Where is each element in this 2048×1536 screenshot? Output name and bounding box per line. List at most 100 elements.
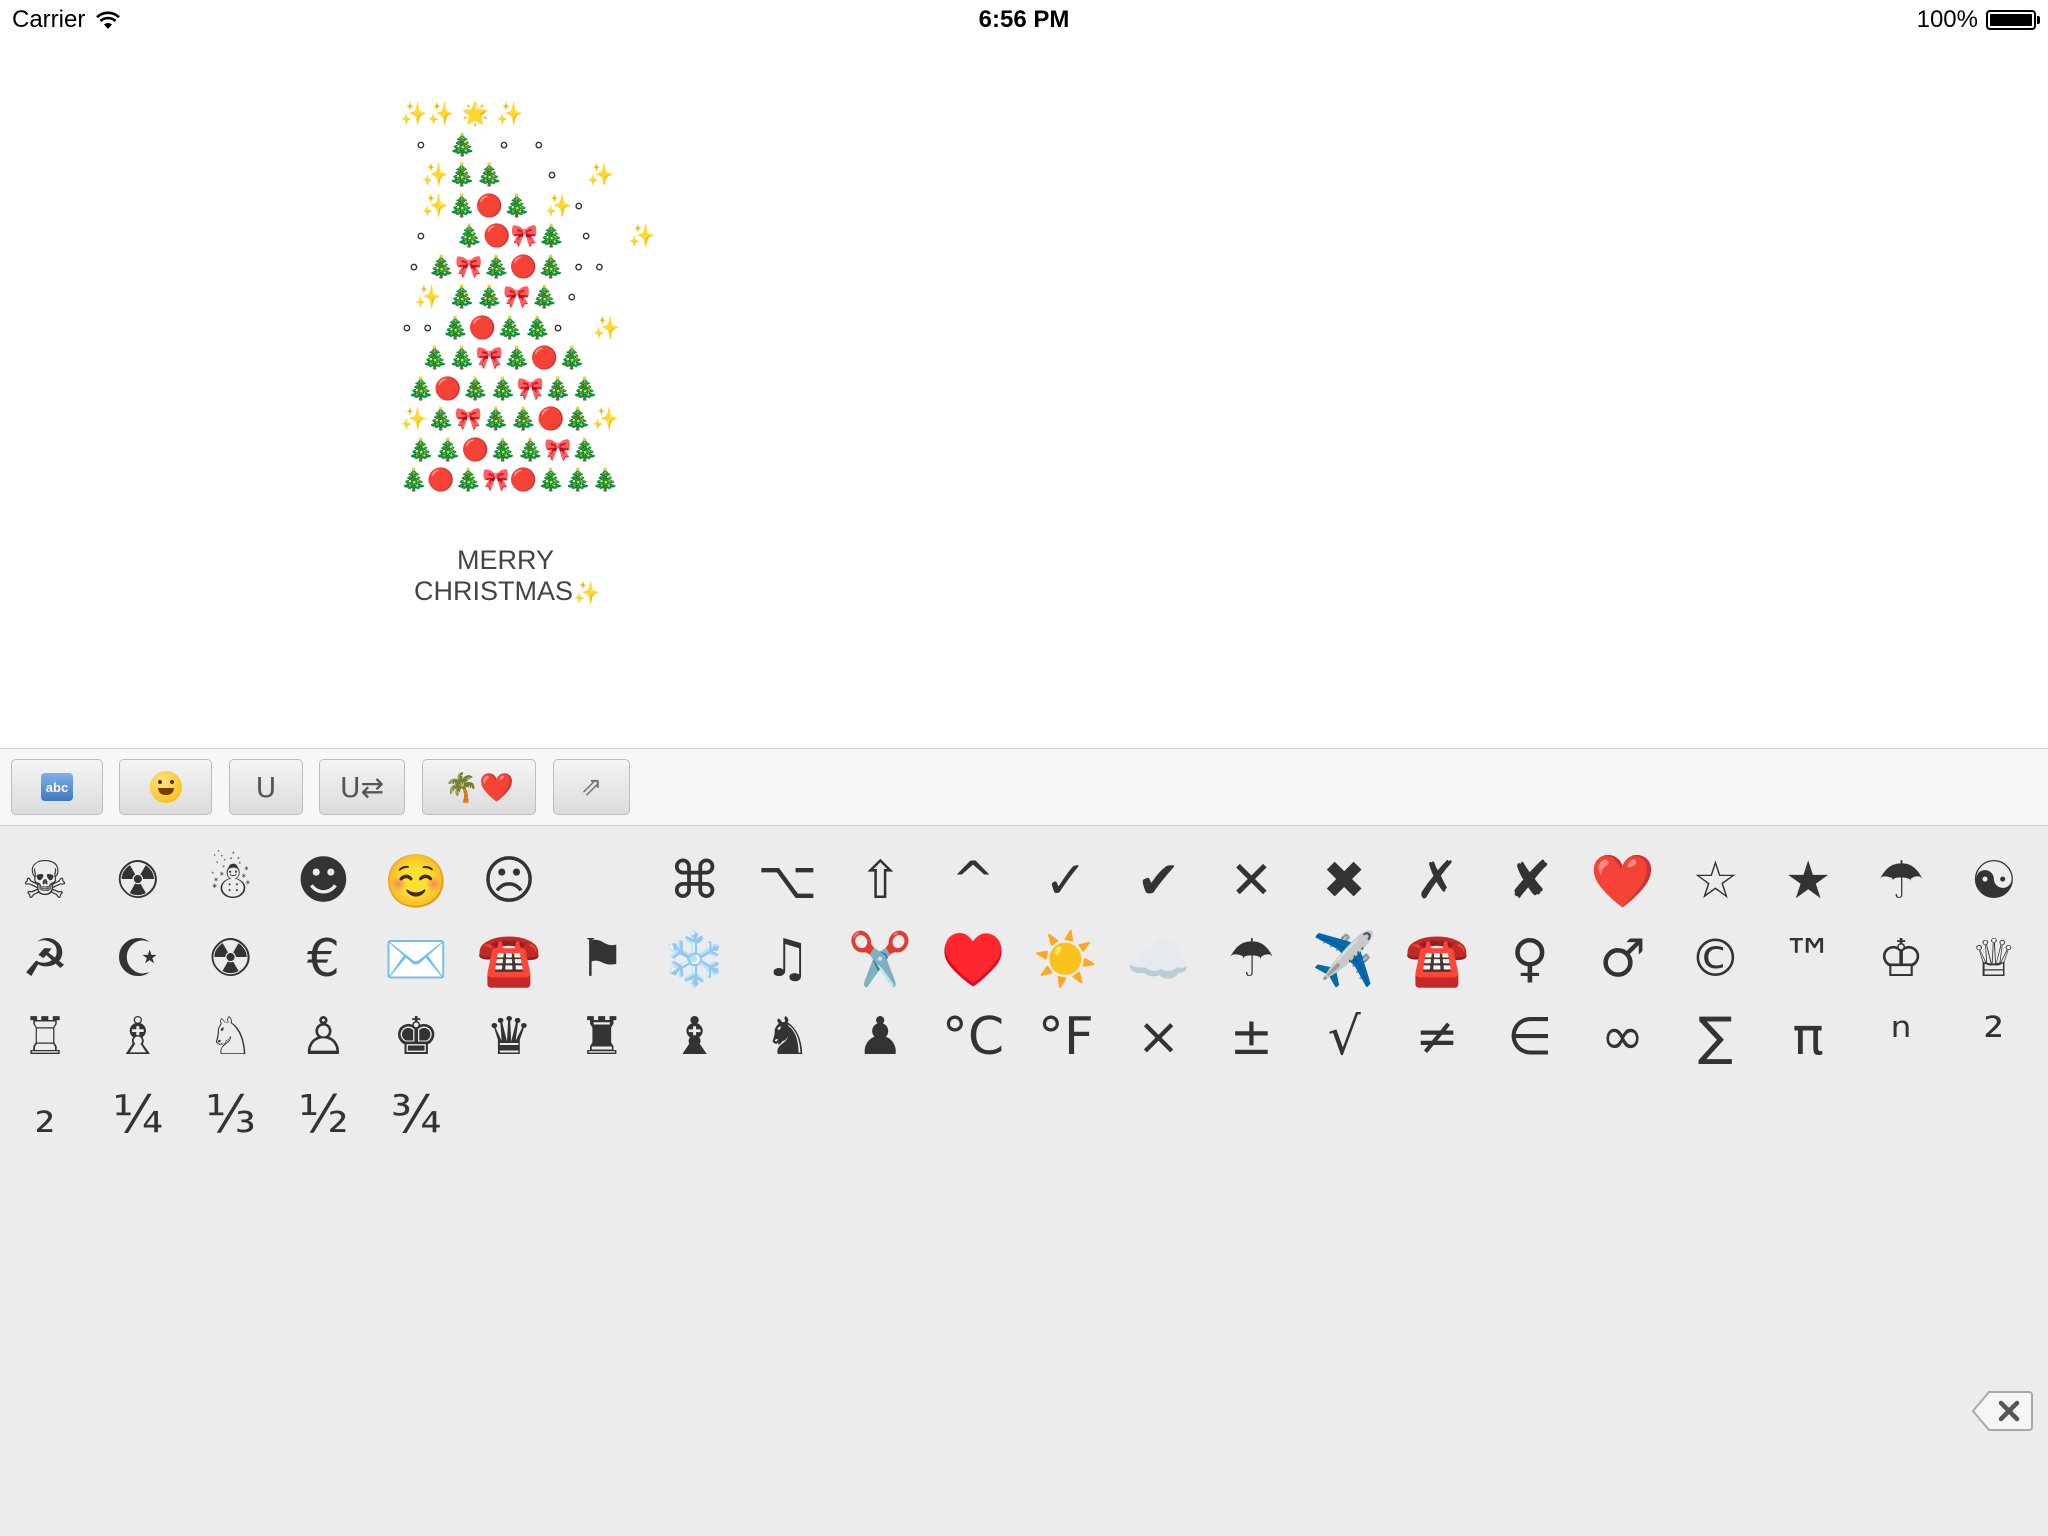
symbol-key[interactable]: ♀ bbox=[1484, 920, 1576, 998]
symbol-key[interactable]: × bbox=[1113, 998, 1205, 1076]
symbol-key[interactable]: ♙ bbox=[277, 998, 369, 1076]
symbol-key[interactable]: ✗ bbox=[1391, 842, 1483, 920]
backspace-icon bbox=[1971, 1391, 2033, 1431]
symbol-key[interactable]: ™ bbox=[1762, 920, 1854, 998]
symbol-key[interactable]: ☢ bbox=[185, 920, 277, 998]
symbol-key[interactable]: ☆ bbox=[1669, 842, 1761, 920]
symbol-key[interactable]: ✘ bbox=[1484, 842, 1576, 920]
symbol-key[interactable]: ⇧ bbox=[834, 842, 926, 920]
symbol-key[interactable]: ¼ bbox=[92, 1076, 184, 1154]
symbol-key[interactable]: ² bbox=[1948, 998, 2040, 1076]
symbol-key[interactable]: ☪ bbox=[92, 920, 184, 998]
unicode-convert-button[interactable]: U⇄ bbox=[319, 759, 405, 815]
symbol-key[interactable]: ⌥ bbox=[741, 842, 833, 920]
status-right: 100% bbox=[1916, 6, 2040, 34]
symbol-key[interactable]: ⌘ bbox=[649, 842, 741, 920]
symbol-key[interactable]: ∞ bbox=[1577, 998, 1669, 1076]
symbol-key[interactable]: ★ bbox=[1762, 842, 1854, 920]
symbol-key[interactable]: ♟ bbox=[834, 998, 926, 1076]
symbol-key[interactable]: ☢ bbox=[92, 842, 184, 920]
tree-line: ✨🎄🔴🎄 ✨∘ bbox=[400, 193, 586, 219]
symbol-key[interactable]: ☃ bbox=[185, 842, 277, 920]
symbol-keyboard: ☠ ☢ ☃ ☻ ☺️ ☹ ⌘ ⌥ ⇧ ^ ✓ ✔ ✕ ✖ ✗ ✘ ❤️ ☆ ★ ☂ ☯ ☭ ☪ ☢ € ✉️ ☎️ ⚑ ❄️ ♫ ✂️ ♥️ ☀… bbox=[0, 826, 2048, 1536]
symbol-key[interactable]: ½ bbox=[277, 1076, 369, 1154]
symbol-key[interactable]: ₂ bbox=[0, 1076, 91, 1154]
tree-line: ∘ ∘ 🎄🔴🎄🎄∘ ✨ bbox=[400, 315, 621, 341]
keyboard-toolbar: abc U U⇄ 🌴❤️ ⇗ bbox=[0, 748, 2048, 826]
symbol-key[interactable]: € bbox=[277, 920, 369, 998]
symbol-key[interactable]: ✉️ bbox=[370, 920, 462, 998]
symbol-key[interactable]: ❤️ bbox=[1577, 842, 1669, 920]
symbol-key[interactable]: ♔ bbox=[1855, 920, 1947, 998]
symbol-key[interactable]: ☠ bbox=[0, 842, 91, 920]
symbol-key[interactable]: ☂ bbox=[1855, 842, 1947, 920]
symbol-key[interactable]: ♞ bbox=[741, 998, 833, 1076]
sparkle-icon: ✨ bbox=[573, 581, 601, 606]
symbol-key[interactable]: ⅓ bbox=[185, 1076, 277, 1154]
smiley-icon bbox=[149, 771, 182, 803]
symbol-key[interactable]: ☹ bbox=[463, 842, 555, 920]
expand-arrow-icon: ⇗ bbox=[580, 772, 603, 802]
battery-percent: 100% bbox=[1916, 6, 1978, 33]
tree-line: 🎄🎄🔴🎄🎄🎀🎄 bbox=[400, 437, 599, 463]
tree-line: 🎄🔴🎄🎀🔴🎄🎄🎄 bbox=[400, 468, 620, 493]
symbol-key[interactable]: ∑ bbox=[1669, 998, 1761, 1076]
favorites-button[interactable]: 🌴❤️ bbox=[422, 759, 536, 815]
symbol-key[interactable]: ☭ bbox=[0, 920, 91, 998]
symbol-key[interactable]: ✕ bbox=[1205, 842, 1297, 920]
symbol-key[interactable]: ☻ bbox=[277, 842, 369, 920]
symbol-key[interactable]: ♖ bbox=[0, 998, 91, 1076]
symbol-key[interactable]: ☀️ bbox=[1020, 920, 1112, 998]
symbol-key[interactable]: √ bbox=[1298, 998, 1390, 1076]
symbol-key[interactable]: ¾ bbox=[370, 1076, 462, 1154]
symbol-key[interactable]: ☎️ bbox=[463, 920, 555, 998]
symbol-key[interactable]: ☎️ bbox=[1391, 920, 1483, 998]
symbol-key[interactable]: ✈️ bbox=[1298, 920, 1390, 998]
symbol-key[interactable]: ⁿ bbox=[1855, 998, 1947, 1076]
symbol-key[interactable]: ☺️ bbox=[370, 842, 462, 920]
symbol-key[interactable]: ∈ bbox=[1484, 998, 1576, 1076]
symbol-key[interactable]: ± bbox=[1205, 998, 1297, 1076]
symbol-key[interactable]: ✂️ bbox=[834, 920, 926, 998]
symbol-key[interactable]: ❄️ bbox=[649, 920, 741, 998]
abc-keyboard-button[interactable]: abc bbox=[11, 759, 103, 815]
symbol-key[interactable]: ✓ bbox=[1020, 842, 1112, 920]
tree-line: ∘ 🎄 ∘ ∘ bbox=[400, 132, 546, 158]
tree-line: ✨✨ 🌟 ✨ bbox=[400, 102, 524, 127]
symbol-key[interactable]: ♜ bbox=[556, 998, 648, 1076]
symbol-key[interactable]: ♕ bbox=[1948, 920, 2040, 998]
symbol-key[interactable]: ♚ bbox=[370, 998, 462, 1076]
symbol-key[interactable]: ^ bbox=[927, 842, 1019, 920]
symbol-key[interactable]: ♂ bbox=[1577, 920, 1669, 998]
symbol-key[interactable] bbox=[556, 842, 648, 920]
tree-line: ∘ 🎄🔴🎀🎄 ∘ ✨ bbox=[400, 224, 656, 249]
symbol-key[interactable]: ✖ bbox=[1298, 842, 1390, 920]
symbol-key[interactable]: ♗ bbox=[92, 998, 184, 1076]
emoji-keyboard-button[interactable] bbox=[119, 759, 212, 815]
greeting-line2: CHRISTMAS✨ bbox=[414, 576, 600, 609]
greeting-text: MERRY CHRISTMAS✨ bbox=[414, 545, 600, 609]
symbol-key[interactable]: © bbox=[1669, 920, 1761, 998]
text-editor[interactable]: ✨✨ 🌟 ✨ ∘ 🎄 ∘ ∘ ✨🎄🎄 ∘ ✨ ✨🎄🔴🎄 ✨∘ ∘ 🎄🔴🎀🎄 ∘ … bbox=[0, 40, 2048, 748]
symbol-key[interactable]: ♛ bbox=[463, 998, 555, 1076]
symbol-key[interactable]: °C bbox=[927, 998, 1019, 1076]
symbol-key[interactable]: ♘ bbox=[185, 998, 277, 1076]
symbol-key[interactable]: π bbox=[1762, 998, 1854, 1076]
unicode-label: U bbox=[255, 770, 277, 804]
expand-button[interactable]: ⇗ bbox=[553, 759, 630, 815]
tree-line: ✨🎄🎀🎄🎄🔴🎄✨ bbox=[400, 407, 620, 432]
symbol-key[interactable]: ☯ bbox=[1948, 842, 2040, 920]
symbol-key[interactable]: °F bbox=[1020, 998, 1112, 1076]
symbol-key[interactable]: ⚑ bbox=[556, 920, 648, 998]
symbol-key[interactable]: ≠ bbox=[1391, 998, 1483, 1076]
delete-key[interactable] bbox=[1971, 1390, 2033, 1432]
symbol-key[interactable]: ☂ bbox=[1205, 920, 1297, 998]
unicode-button[interactable]: U bbox=[229, 759, 303, 815]
symbol-key[interactable]: ♫ bbox=[741, 920, 833, 998]
symbol-key[interactable]: ☁️ bbox=[1113, 920, 1205, 998]
symbol-key[interactable]: ♥️ bbox=[927, 920, 1019, 998]
battery-icon bbox=[1986, 10, 2040, 30]
symbol-key[interactable]: ✔ bbox=[1113, 842, 1205, 920]
greeting-line2-text: CHRISTMAS bbox=[414, 576, 574, 606]
symbol-key[interactable]: ♝ bbox=[649, 998, 741, 1076]
